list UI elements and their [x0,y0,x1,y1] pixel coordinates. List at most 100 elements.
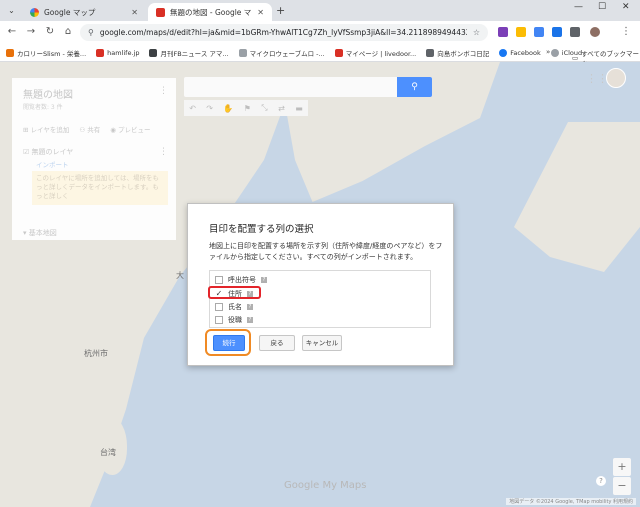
zoom-in-button[interactable]: + [613,458,631,476]
bookmark-favicon-icon [96,48,105,57]
undo-icon[interactable]: ↶ [189,104,196,113]
land-taiwan [95,417,127,475]
tab-title: 無題の地図 - Google マイマップ [170,7,252,17]
redo-icon[interactable]: ↷ [206,104,213,113]
tab-google-maps[interactable]: Google マップ ✕ [22,3,146,21]
map-toolbar: ↶ ↷ ✋ ⚑ ⤡ ⇄ ▬ [184,100,308,116]
share-button[interactable]: ⚇ 共有 [79,124,100,134]
google-maps-favicon-icon [30,7,39,17]
panel-actions: ⊞ レイヤを追加 ⚇ 共有 ◉ プレビュー [23,124,150,134]
forward-icon[interactable]: → [25,26,37,38]
column-select-dialog: 目印を配置する列の選択 地図上に目印を配置する場所を示す列（住所や緯度/経度のペ… [187,203,454,366]
new-tab-button[interactable]: + [276,4,285,17]
add-layer-button[interactable]: ⊞ レイヤを追加 [23,124,69,134]
info-icon[interactable]: ? [247,317,253,323]
bookmarks-more-button[interactable]: » [546,48,550,56]
bookmark-item[interactable]: マイクロウェーブムロ -... [238,48,325,58]
map-search-input[interactable] [184,77,432,97]
column-checkbox[interactable] [215,303,223,311]
home-icon[interactable]: ⌂ [62,26,74,38]
base-map-toggle[interactable]: ▾ 基本地図 [23,228,57,238]
info-icon[interactable]: ? [261,277,267,283]
info-icon[interactable]: ? [247,304,253,310]
column-checkbox[interactable] [215,276,223,284]
google-my-maps-logo: Google My Maps [284,480,367,491]
bookmark-item[interactable]: カロリーSlism - 栄養... [6,48,86,58]
extension-icon[interactable] [498,27,508,37]
maximize-icon[interactable]: ☐ [598,2,606,12]
bookmark-item[interactable]: Facebook [499,48,541,57]
close-tab-icon[interactable]: ✕ [131,8,138,17]
map-subtitle: 閲覧者数: 3 件 [23,104,63,111]
bookmark-item[interactable]: 向島ボンボコ日記 [426,48,489,58]
tab-strip: ⌄ Google マップ ✕ 無題の地図 - Google マイマップ ✕ + … [0,0,640,21]
column-option[interactable]: 氏名 ? [215,301,253,313]
bookmark-star-icon[interactable]: ☆ [473,28,480,37]
preview-button[interactable]: ◉ プレビュー [110,124,150,134]
cancel-button[interactable]: キャンセル [302,335,342,351]
reload-icon[interactable]: ↻ [44,26,56,38]
folder-icon: ▭ [572,54,579,62]
apple-icon [550,48,559,57]
browser-menu-icon[interactable]: ⋮ [620,26,632,38]
site-info-icon[interactable]: ⚲ [88,28,94,37]
minimize-icon[interactable]: — [574,2,583,12]
apps-grid-icon[interactable]: ⋮⋮ [586,72,608,86]
back-icon[interactable]: ← [6,26,18,38]
profile-avatar-icon[interactable] [590,27,600,37]
column-checkbox[interactable] [215,316,223,324]
bookmark-favicon-icon [334,48,343,57]
map-attribution: 地図データ ©2024 Google, TMap mobility 利用規約 [506,498,636,505]
my-maps-favicon-icon [156,7,165,17]
bookmark-favicon-icon [149,48,158,57]
land-japan [514,122,640,272]
tab-title: Google マップ [44,7,96,17]
bookmark-item[interactable]: hamlife.jp [96,48,139,57]
extension-icon[interactable] [534,27,544,37]
import-link[interactable]: インポート [36,159,69,169]
column-option[interactable]: 役職 ? [215,314,253,326]
zoom-out-button[interactable]: − [613,477,631,495]
map-label: 大 [176,271,184,280]
url-text: google.com/maps/d/edit?hl=ja&mid=1bGRm-Y… [99,28,467,37]
back-button[interactable]: 戻る [259,335,295,351]
bookmark-item[interactable]: マイページ | livedoor... [334,48,416,58]
column-list: 呼出符号 ? ✓ 住所 ? 氏名 ? 役職 ? [209,270,431,328]
bookmark-item[interactable]: 月刊FBニュース アマ... [149,48,229,58]
bookmark-favicon-icon [6,48,14,57]
help-icon[interactable]: ? [596,476,606,486]
tab-my-maps[interactable]: 無題の地図 - Google マイマップ ✕ [148,3,272,21]
facebook-icon [499,48,508,57]
line-icon[interactable]: ⤡ [261,103,267,113]
bookmarks-bar: カロリーSlism - 栄養... hamlife.jp 月刊FBニュース アマ… [0,44,640,68]
map-label: 台湾 [100,448,116,457]
extension-icon[interactable] [516,27,526,37]
close-tab-icon[interactable]: ✕ [257,8,264,17]
close-window-icon[interactable]: ✕ [622,2,630,12]
layer-name[interactable]: ☑ 無題のレイヤ [23,147,73,157]
column-option[interactable]: 呼出符号 ? [215,274,267,286]
extension-icon[interactable] [552,27,562,37]
avatar[interactable] [606,68,626,88]
marker-icon[interactable]: ⚑ [244,104,251,113]
layer-options-icon[interactable]: ⋮ [159,147,168,157]
map-options-icon[interactable]: ⋮ [159,86,168,96]
layers-panel: 無題の地図 ⋮ 閲覧者数: 3 件 ⊞ レイヤを追加 ⚇ 共有 ◉ プレビュー … [12,78,176,240]
map-label: 杭州市 [84,349,108,358]
bookmark-favicon-icon [238,48,247,57]
bookmark-favicon-icon [426,48,435,57]
map-title[interactable]: 無題の地図 [23,86,73,101]
continue-button[interactable]: 続行 [213,335,245,351]
ruler-icon[interactable]: ▬ [295,104,303,113]
map-search-icon[interactable]: ⚲ [397,77,432,97]
layer-note: このレイヤに場所を追加しては、場所をもっと詳しくデータをインポートします。もっと… [32,171,168,205]
directions-icon[interactable]: ⇄ [278,104,285,113]
tab-search-icon[interactable]: ⌄ [5,4,18,17]
browser-toolbar: ← → ↻ ⌂ ⚲ google.com/maps/d/edit?hl=ja&m… [0,21,640,44]
extensions-puzzle-icon[interactable] [570,27,580,37]
annotation-highlight-box [208,286,261,299]
dialog-description: 地図上に目印を配置する場所を示す列（住所や緯度/経度のペアなど）をファイルから指… [209,242,443,261]
hand-icon[interactable]: ✋ [223,104,233,113]
dialog-title: 目印を配置する列の選択 [209,224,314,235]
address-bar[interactable]: ⚲ google.com/maps/d/edit?hl=ja&mid=1bGRm… [80,24,488,41]
